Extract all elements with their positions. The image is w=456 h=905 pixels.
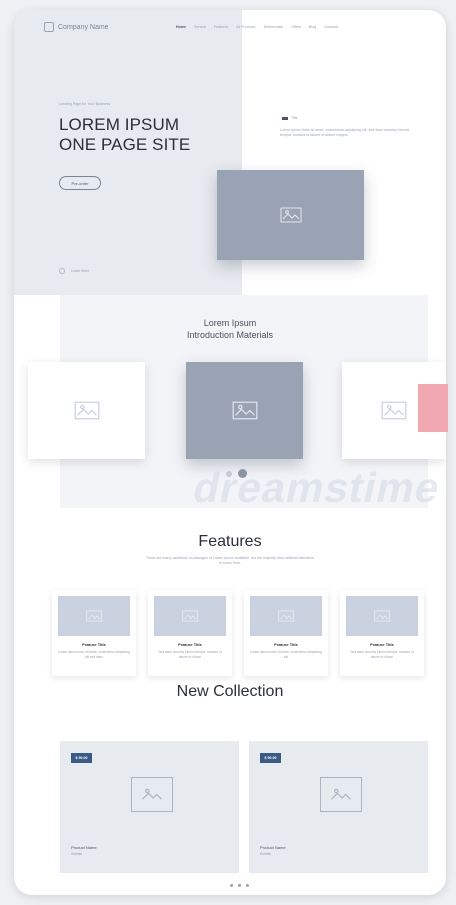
image-icon bbox=[232, 401, 257, 420]
carousel-pagination bbox=[226, 469, 247, 478]
image-icon bbox=[331, 788, 351, 800]
feature-card[interactable]: Feature Title Lorem ipsum dolor sit amet… bbox=[52, 590, 136, 676]
website-wireframe-card: Company Name Home Service Features All P… bbox=[14, 10, 446, 895]
product-card[interactable]: $ 90.00 Product Name Subtitle bbox=[249, 741, 428, 873]
image-icon bbox=[280, 207, 301, 223]
intro-title: Lorem Ipsum Introduction Materials bbox=[14, 317, 446, 341]
hero-title: LOREM IPSUM ONE PAGE SITE bbox=[59, 115, 190, 155]
learn-more-label: Learn More bbox=[71, 269, 90, 273]
image-icon bbox=[374, 610, 390, 622]
product-image-placeholder bbox=[320, 777, 362, 812]
nav-link-testimonials[interactable]: Testimonials bbox=[263, 25, 283, 29]
feature-text: Sed diam nonumy eirmod tempor, invidunt … bbox=[350, 650, 414, 659]
feature-title: Feature Title bbox=[274, 642, 298, 647]
scroll-down-icon bbox=[59, 268, 65, 274]
nav-link-all-products[interactable]: All Products bbox=[236, 25, 255, 29]
collection-pagination bbox=[230, 884, 249, 887]
hero-description: Lorem ipsum dolor sit amet, consectetur … bbox=[280, 128, 409, 137]
feature-image-placeholder bbox=[58, 596, 130, 636]
side-tag-label: Title bbox=[291, 116, 298, 120]
image-icon bbox=[278, 610, 294, 622]
feature-text: Lorem ipsum dolor sit amet, consectetur … bbox=[250, 650, 322, 659]
product-subtitle: Subtitle bbox=[260, 852, 272, 856]
learn-more-link[interactable]: Learn More bbox=[59, 268, 89, 274]
top-navigation: Company Name Home Service Features All P… bbox=[14, 10, 446, 46]
hero-kicker: Landing Page for Your Business bbox=[59, 102, 111, 106]
feature-card[interactable]: Feature Title Sed diam nonumy eirmod tem… bbox=[340, 590, 424, 676]
features-subtitle: There are many variations of passages of… bbox=[145, 556, 315, 565]
image-icon bbox=[381, 401, 407, 420]
feature-image-placeholder bbox=[250, 596, 322, 636]
pagination-dot[interactable] bbox=[246, 884, 249, 887]
product-card[interactable]: $ 90.00 Product Name Subtitle bbox=[60, 741, 239, 873]
nav-link-offers[interactable]: Offers bbox=[291, 25, 301, 29]
feature-image-placeholder bbox=[346, 596, 418, 636]
brand-name: Company Name bbox=[58, 23, 109, 31]
feature-text: Lorem ipsum dolor sit amet, consectetur … bbox=[58, 650, 130, 659]
carousel-slide-left[interactable] bbox=[28, 362, 145, 459]
intro-title-line-2: Introduction Materials bbox=[186, 330, 274, 340]
image-icon bbox=[86, 610, 102, 622]
feature-title: Feature Title bbox=[370, 642, 394, 647]
nav-link-features[interactable]: Features bbox=[214, 25, 228, 29]
product-name: Product Name bbox=[71, 845, 97, 850]
nav-link-service[interactable]: Service bbox=[194, 25, 206, 29]
hero-image-placeholder bbox=[217, 170, 364, 260]
price-badge: $ 90.00 bbox=[71, 753, 92, 763]
logo-icon bbox=[44, 22, 54, 32]
pre-order-button[interactable]: Pre-order bbox=[59, 176, 101, 190]
intro-title-line-1: Lorem Ipsum bbox=[203, 318, 257, 328]
collection-title: New Collection bbox=[176, 683, 284, 700]
image-icon bbox=[142, 788, 162, 800]
nav-link-contacts[interactable]: Contacts bbox=[324, 25, 338, 29]
feature-card[interactable]: Feature Title Lorem ipsum dolor sit amet… bbox=[244, 590, 328, 676]
side-tag: Title bbox=[282, 116, 298, 120]
feature-title: Feature Title bbox=[178, 642, 202, 647]
nav-link-blog[interactable]: Blog bbox=[309, 25, 316, 29]
hero-title-line-2: ONE PAGE SITE bbox=[59, 135, 191, 154]
brand-logo[interactable]: Company Name bbox=[44, 22, 109, 32]
carousel-dot-active[interactable] bbox=[238, 469, 247, 478]
pagination-dot[interactable] bbox=[230, 884, 233, 887]
carousel-dot[interactable] bbox=[226, 470, 232, 477]
product-subtitle: Subtitle bbox=[71, 852, 83, 856]
image-icon bbox=[182, 610, 198, 622]
feature-title: Feature Title bbox=[82, 642, 106, 647]
feature-card[interactable]: Feature Title Sed diam nonumy eirmod tem… bbox=[148, 590, 232, 676]
nav-link-home[interactable]: Home bbox=[176, 25, 186, 29]
image-icon bbox=[74, 401, 99, 420]
feature-image-placeholder bbox=[154, 596, 226, 636]
product-image-placeholder bbox=[131, 777, 173, 812]
feature-text: Sed diam nonumy eirmod tempor, invidunt … bbox=[158, 650, 222, 659]
carousel-slide-center[interactable] bbox=[186, 362, 303, 459]
price-badge: $ 90.00 bbox=[260, 753, 281, 763]
page-background: Company Name Home Service Features All P… bbox=[0, 0, 456, 905]
product-name: Product Name bbox=[260, 845, 286, 850]
features-title: Features bbox=[198, 533, 262, 550]
tag-mark-icon bbox=[282, 116, 288, 120]
pagination-dot[interactable] bbox=[238, 884, 241, 887]
nav-links: Home Service Features All Products Testi… bbox=[176, 25, 338, 29]
hero-title-line-1: LOREM IPSUM bbox=[59, 115, 180, 134]
pink-accent-block bbox=[418, 384, 448, 432]
